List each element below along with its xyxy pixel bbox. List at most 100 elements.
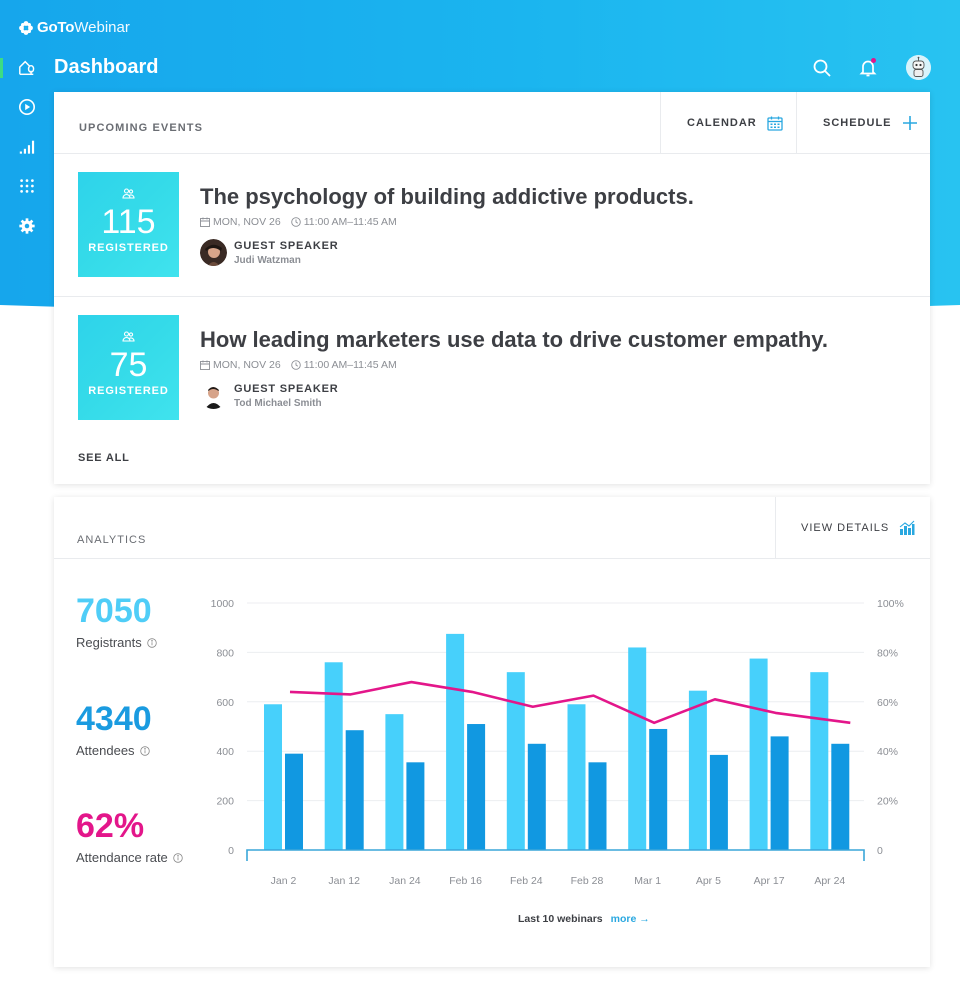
y-tick-label: 400 — [216, 746, 234, 758]
speaker-avatar — [200, 239, 227, 266]
bar-registrants — [264, 704, 282, 850]
analytics-header: ANALYTICS VIEW DETAILS — [54, 497, 930, 559]
play-circle-icon — [18, 98, 36, 116]
registered-label: REGISTERED — [88, 385, 169, 397]
clock-icon — [290, 217, 301, 227]
bar-registrants — [628, 647, 647, 850]
bar-attendees — [709, 754, 728, 850]
bar-registrants — [324, 662, 343, 850]
bar-attendees — [467, 724, 486, 850]
schedule-label: SCHEDULE — [823, 117, 892, 129]
speaker-name: Tod Michael Smith — [234, 397, 322, 409]
speaker-name: Judi Watzman — [234, 254, 301, 266]
bar-attendees — [345, 730, 364, 850]
event-date: MON, NOV 26 — [213, 359, 281, 371]
speaker: GUEST SPEAKER Judi Watzman — [200, 239, 339, 266]
sidebar-item-apps[interactable] — [17, 176, 37, 196]
registered-count-box: 75 REGISTERED — [78, 315, 179, 420]
bar-registrants — [385, 714, 404, 850]
upcoming-events-label: UPCOMING EVENTS — [79, 122, 204, 134]
clock-icon — [290, 360, 301, 370]
event-meta: MON, NOV 26 11:00 AM–11:45 AM — [200, 359, 407, 371]
y-tick-label: 600 — [216, 697, 234, 709]
speaker-avatar — [200, 382, 227, 409]
bar-attendees — [770, 736, 789, 850]
bar-registrants — [567, 704, 586, 850]
more-link[interactable]: more → — [611, 913, 650, 925]
bar-attendees — [406, 762, 425, 850]
registered-count: 115 — [101, 203, 156, 241]
y2-tick-label: 80% — [877, 647, 898, 659]
bar-registrants — [810, 672, 829, 850]
x-tick-label: Apr 5 — [696, 875, 721, 887]
x-tick-label: Jan 24 — [389, 875, 421, 887]
event-item: 115 REGISTERED The psychology of buildin… — [54, 154, 930, 297]
y2-tick-label: 20% — [877, 796, 898, 808]
event-meta: MON, NOV 26 11:00 AM–11:45 AM — [200, 216, 407, 228]
view-details-button[interactable]: VIEW DETAILS — [775, 497, 930, 559]
sidebar-item-webinars[interactable] — [17, 97, 37, 117]
analytics-label: ANALYTICS — [77, 534, 147, 546]
y2-tick-label: 0 — [877, 845, 883, 857]
page-title: Dashboard — [54, 56, 159, 78]
event-time: 11:00 AM–11:45 AM — [303, 216, 397, 228]
bar-registrants — [506, 672, 525, 850]
x-axis-baseline — [246, 849, 865, 861]
registered-count: 75 — [109, 346, 148, 384]
chart-icon — [899, 520, 915, 536]
y-tick-label: 200 — [216, 796, 234, 808]
y2-tick-label: 100% — [877, 598, 904, 610]
calendar-small-icon — [200, 217, 210, 227]
speaker-role: GUEST SPEAKER — [234, 382, 339, 395]
notifications-button[interactable] — [857, 57, 879, 79]
brand-logo[interactable]: GoTo Webinar — [18, 19, 130, 36]
x-tick-label: Apr 17 — [754, 875, 785, 887]
x-tick-label: Apr 24 — [814, 875, 845, 887]
chart-footer-label: Last 10 webinars — [518, 913, 603, 925]
brand-name-bold: GoTo — [37, 19, 75, 36]
people-icon — [78, 188, 179, 202]
search-button[interactable] — [811, 57, 833, 79]
brand-name-light: Webinar — [74, 19, 130, 36]
y2-tick-label: 40% — [877, 746, 898, 758]
chart-bars — [264, 633, 850, 850]
flower-logo-icon — [19, 20, 33, 35]
plus-icon — [902, 115, 918, 131]
see-all-link[interactable]: SEE ALL — [78, 452, 130, 464]
sidebar-item-settings[interactable] — [17, 216, 37, 236]
event-item: 75 REGISTERED How leading marketers use … — [54, 297, 930, 437]
bar-registrants — [688, 690, 707, 850]
notification-dot — [871, 58, 876, 63]
event-title[interactable]: How leading marketers use data to drive … — [200, 327, 828, 353]
sidebar-item-analytics[interactable] — [17, 137, 37, 157]
event-time: 11:00 AM–11:45 AM — [303, 359, 397, 371]
bar-registrants — [446, 633, 465, 850]
speaker: GUEST SPEAKER Tod Michael Smith — [200, 382, 339, 409]
y-axis-ticks: 0 200 400 600 800 1000 — [211, 598, 235, 857]
x-tick-label: Jan 2 — [271, 875, 297, 887]
people-icon — [78, 331, 179, 345]
bar-attendees — [831, 743, 850, 850]
x-tick-label: Feb 28 — [571, 875, 604, 887]
upcoming-events-card: UPCOMING EVENTS CALENDAR SCHEDULE 115 RE… — [54, 92, 930, 484]
y2-tick-label: 60% — [877, 697, 898, 709]
x-tick-label: Jan 12 — [328, 875, 360, 887]
webinar-chart: 0 200 400 600 800 1000 0 20% 40% 60% 80% 100% Jan … — [211, 598, 904, 887]
registered-label: REGISTERED — [88, 242, 169, 254]
analytics-card: ANALYTICS VIEW DETAILS 7050 Registrants … — [54, 497, 930, 967]
x-tick-label: Feb 24 — [510, 875, 543, 887]
bar-attendees — [588, 762, 607, 850]
calendar-icon — [767, 116, 783, 131]
registered-count-box: 115 REGISTERED — [78, 172, 179, 277]
y-tick-label: 0 — [228, 845, 234, 857]
schedule-button[interactable]: SCHEDULE — [796, 92, 930, 154]
gear-icon — [19, 218, 35, 234]
bar-attendees — [285, 753, 303, 850]
calendar-button[interactable]: CALENDAR — [660, 92, 797, 154]
view-details-label: VIEW DETAILS — [801, 522, 890, 534]
sidebar-item-home[interactable] — [17, 58, 37, 78]
event-title[interactable]: The psychology of building addictive pro… — [200, 184, 694, 210]
bar-attendees — [649, 728, 668, 850]
x-axis-ticks: Jan 2 Jan 12 Jan 24 Feb 16 Feb 24 Feb 28 Mar 1… — [271, 875, 846, 887]
user-avatar[interactable] — [906, 55, 931, 80]
